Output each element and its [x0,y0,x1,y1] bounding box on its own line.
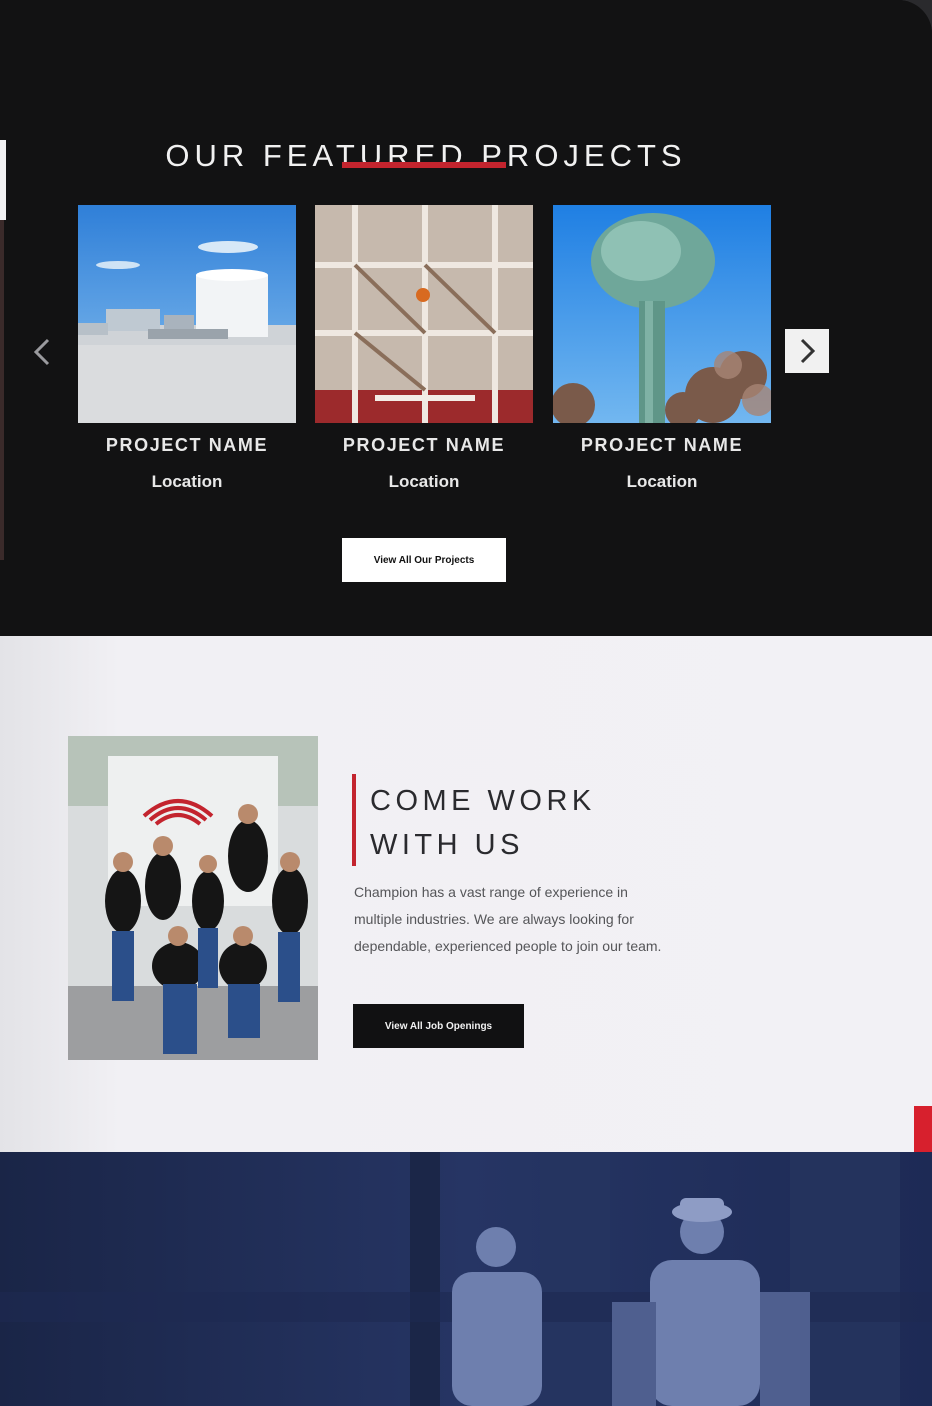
accent-bar [352,774,356,866]
scaffolding-interior-photo[interactable] [315,205,533,423]
view-all-projects-button[interactable]: View All Our Projects [342,538,506,582]
project-name: PROJECT NAME [342,435,506,455]
project-name: PROJECT NAME [580,435,744,455]
project-location: Location [626,472,698,491]
work-title-line-2: WITH US [370,829,524,861]
workers-blue-photo [0,1152,932,1406]
industrial-plant-photo[interactable] [78,205,296,423]
project-card[interactable]: PROJECT NAME Location [553,205,771,492]
chevron-right-icon [800,338,816,364]
team-group-photo [68,736,318,1060]
title-underline [342,162,506,168]
work-description: Champion has a vast range of experience … [354,884,662,954]
view-job-openings-button[interactable]: View All Job Openings [353,1004,524,1048]
hero-image-section [0,1152,932,1406]
carousel-prev-button[interactable] [28,332,56,372]
work-with-us-title: COME WORK WITH US [370,779,596,867]
chevron-left-icon [33,338,50,366]
project-name: PROJECT NAME [105,435,269,455]
left-edge-panel [0,140,6,220]
work-with-us-section: COME WORK WITH US Champion has a vast ra… [0,636,932,1152]
project-card[interactable]: PROJECT NAME Location [78,205,296,492]
featured-projects-title: OUR FEATURED PROJECTS [165,137,687,173]
carousel-next-button[interactable] [785,329,829,373]
work-title-line-1: COME WORK [370,785,596,817]
left-edge-panel-dark [0,220,4,560]
project-location: Location [151,472,223,491]
project-location: Location [388,472,460,491]
water-tower-photo[interactable] [553,205,771,423]
project-card[interactable]: PROJECT NAME Location [315,205,533,492]
featured-projects-section: OUR FEATURED PROJECTS PROJECT NAME Locat… [0,0,932,636]
feedback-tab[interactable] [914,1106,932,1152]
page-frame: OUR FEATURED PROJECTS PROJECT NAME Locat… [0,0,932,1406]
